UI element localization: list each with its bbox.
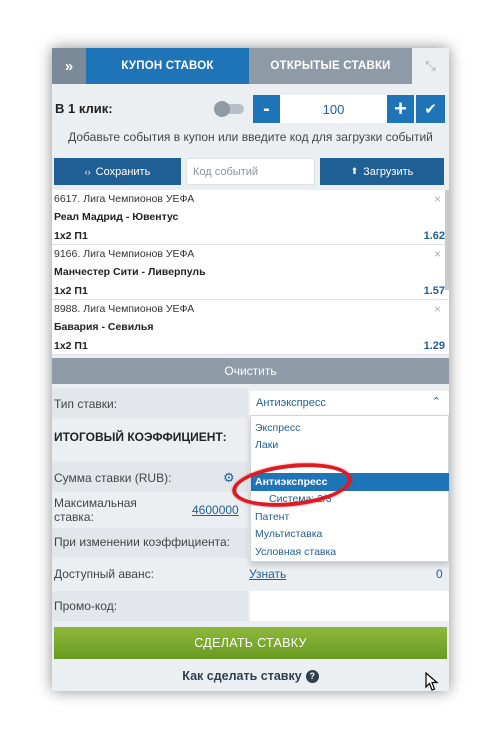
gear-icon[interactable]: ⚙	[223, 470, 235, 486]
event-league: 9166. Лига Чемпионов УЕФА	[54, 248, 195, 260]
event-teams: Бавария - Севилья	[54, 321, 154, 333]
coef-change-label: При изменении коэффициента:	[54, 535, 231, 549]
load-label: Загрузить	[363, 165, 414, 178]
events-code-input[interactable]	[186, 158, 315, 185]
increase-stake-button[interactable]: +	[387, 95, 414, 123]
close-icon[interactable]: ×	[434, 192, 441, 206]
coupon-hint: Добавьте события в купон или введите код…	[68, 130, 433, 144]
how-to-bet-label: Как сделать ставку	[182, 669, 302, 683]
bet-type-select[interactable]: Антиэкспресс ⌃	[250, 391, 449, 415]
event-odd: 1.62	[423, 230, 445, 242]
one-click-stake-input[interactable]	[280, 95, 387, 123]
available-advance-label: Доступный аванс:	[54, 567, 154, 581]
event-list-scrollbar[interactable]	[445, 190, 449, 290]
event-market: 1x2 П1	[54, 230, 88, 242]
toggle-knob	[214, 101, 230, 117]
bet-type-label: Тип ставки:	[54, 397, 118, 411]
advance-value: 0	[436, 567, 443, 581]
max-stake-label-line1: Максимальная	[54, 496, 137, 510]
stake-sum-label: Сумма ставки (RUB):	[54, 471, 172, 485]
tab-open-bets[interactable]: ОТКРЫТЫЕ СТАВКИ	[249, 48, 412, 84]
list-item: 8988. Лига Чемпионов УЕФА × Бавария - Се…	[52, 300, 449, 355]
option-patent[interactable]: Патент	[255, 511, 289, 523]
load-button[interactable]: ⬆ Загрузить	[320, 158, 444, 185]
event-odd: 1.57	[423, 285, 445, 297]
close-icon[interactable]: ×	[434, 302, 441, 316]
chevron-up-icon: ⌃	[431, 396, 441, 408]
promo-code-label: Промо-код:	[54, 599, 118, 613]
expand-icon[interactable]: »	[52, 48, 86, 84]
option-express[interactable]: Экспресс	[255, 422, 300, 434]
one-click-row: В 1 клик: - + ✔	[52, 92, 449, 124]
help-icon: ?	[305, 670, 319, 684]
option-lucky[interactable]: Лаки	[255, 439, 278, 451]
bet-type-selected: Антиэкспресс	[256, 397, 326, 409]
option-conditional[interactable]: Условная ставка	[255, 546, 336, 558]
option-multibet[interactable]: Мультиставка	[255, 528, 322, 540]
list-item: 9166. Лига Чемпионов УЕФА × Манчестер Си…	[52, 245, 449, 300]
one-click-label: В 1 клик:	[55, 101, 113, 116]
advance-learn-link[interactable]: Узнать	[249, 567, 286, 581]
clear-button[interactable]: Очистить	[52, 358, 449, 384]
list-item: 6617. Лига Чемпионов УЕФА × Реал Мадрид …	[52, 190, 449, 245]
code-icon: ‹›	[84, 166, 91, 177]
one-click-toggle[interactable]	[214, 101, 244, 117]
max-stake-value[interactable]: 4600000	[192, 503, 239, 517]
total-coefficient-label: ИТОГОВЫЙ КОЭФФИЦИЕНТ:	[54, 430, 227, 444]
mouse-cursor-icon	[425, 672, 439, 691]
upload-icon: ⬆	[350, 166, 359, 176]
event-odd: 1.29	[423, 340, 445, 352]
decrease-stake-button[interactable]: -	[253, 95, 280, 123]
max-stake-label-line2: ставка:	[54, 510, 94, 524]
save-button[interactable]: ‹› Сохранить	[54, 158, 181, 185]
how-to-bet-link[interactable]: Как сделать ставку?	[52, 669, 449, 684]
event-teams: Манчестер Сити - Ливерпуль	[54, 266, 206, 278]
event-league: 6617. Лига Чемпионов УЕФА	[54, 193, 195, 205]
event-league: 8988. Лига Чемпионов УЕФА	[54, 303, 195, 315]
bet-slip-panel: » КУПОН СТАВОК ОТКРЫТЫЕ СТАВКИ ⤡ В 1 кли…	[52, 48, 449, 691]
place-bet-button[interactable]: СДЕЛАТЬ СТАВКУ	[54, 627, 447, 659]
tab-bar: » КУПОН СТАВОК ОТКРЫТЫЕ СТАВКИ ⤡	[52, 48, 449, 84]
tab-coupon[interactable]: КУПОН СТАВОК	[86, 48, 249, 84]
event-market: 1x2 П1	[54, 285, 88, 297]
event-teams: Реал Мадрид - Ювентус	[54, 211, 179, 223]
confirm-check-icon[interactable]: ✔	[416, 95, 445, 123]
promo-code-input[interactable]	[250, 591, 449, 621]
event-market: 1x2 П1	[54, 340, 88, 352]
save-label: Сохранить	[95, 165, 151, 178]
collapse-icon[interactable]: ⤡	[412, 48, 449, 84]
event-list: 6617. Лига Чемпионов УЕФА × Реал Мадрид …	[52, 190, 449, 357]
close-icon[interactable]: ×	[434, 247, 441, 261]
